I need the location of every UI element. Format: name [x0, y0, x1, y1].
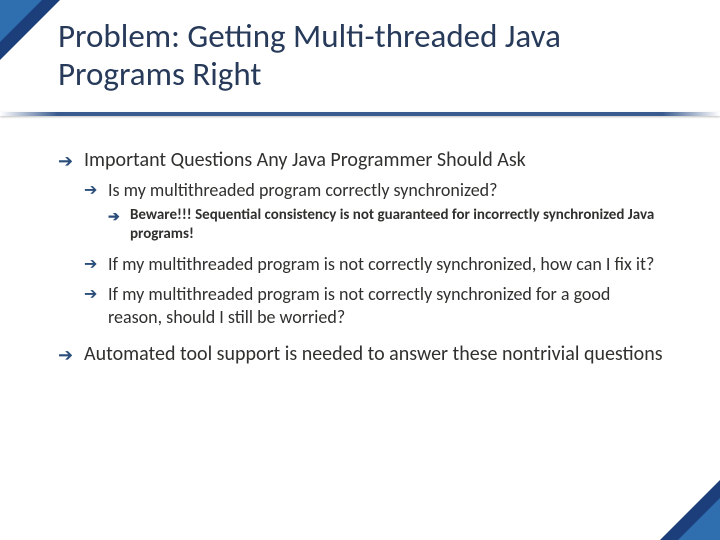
arrow-icon: ➔	[84, 255, 97, 275]
bullet-text: If my multithreaded program is not corre…	[108, 283, 610, 328]
corner-accent-top-left	[0, 0, 60, 60]
bullet-text: If my multithreaded program is not corre…	[108, 253, 654, 275]
slide-title: Problem: Getting Multi-threaded Java Pro…	[58, 18, 680, 94]
arrow-icon: ➔	[58, 150, 73, 173]
bullet-list-level3: ➔ Beware!!! Sequential consistency is no…	[108, 206, 666, 245]
arrow-icon: ➔	[108, 208, 120, 226]
bullet-text: Important Questions Any Java Programmer …	[84, 148, 526, 172]
list-item: ➔ Beware!!! Sequential consistency is no…	[108, 206, 666, 245]
corner-accent-bottom-right	[660, 480, 720, 540]
bullet-list-level2: ➔ Is my multithreaded program correctly …	[84, 179, 666, 328]
title-underline	[0, 112, 720, 116]
slide-body: ➔ Important Questions Any Java Programme…	[58, 148, 666, 381]
list-item: ➔ Important Questions Any Java Programme…	[58, 148, 666, 328]
arrow-icon: ➔	[58, 344, 73, 367]
bullet-text: Is my multithreaded program correctly sy…	[108, 179, 497, 201]
bullet-list-level1: ➔ Important Questions Any Java Programme…	[58, 148, 666, 367]
arrow-icon: ➔	[84, 181, 97, 201]
bullet-text: Automated tool support is needed to answ…	[84, 342, 663, 366]
list-item: ➔ Is my multithreaded program correctly …	[84, 179, 666, 245]
arrow-icon: ➔	[84, 285, 97, 305]
list-item: ➔ If my multithreaded program is not cor…	[84, 283, 666, 328]
list-item: ➔ Automated tool support is needed to an…	[58, 342, 666, 367]
list-item: ➔ If my multithreaded program is not cor…	[84, 253, 666, 276]
bullet-text: Beware!!! Sequential consistency is not …	[130, 206, 654, 244]
slide: Problem: Getting Multi-threaded Java Pro…	[0, 0, 720, 540]
